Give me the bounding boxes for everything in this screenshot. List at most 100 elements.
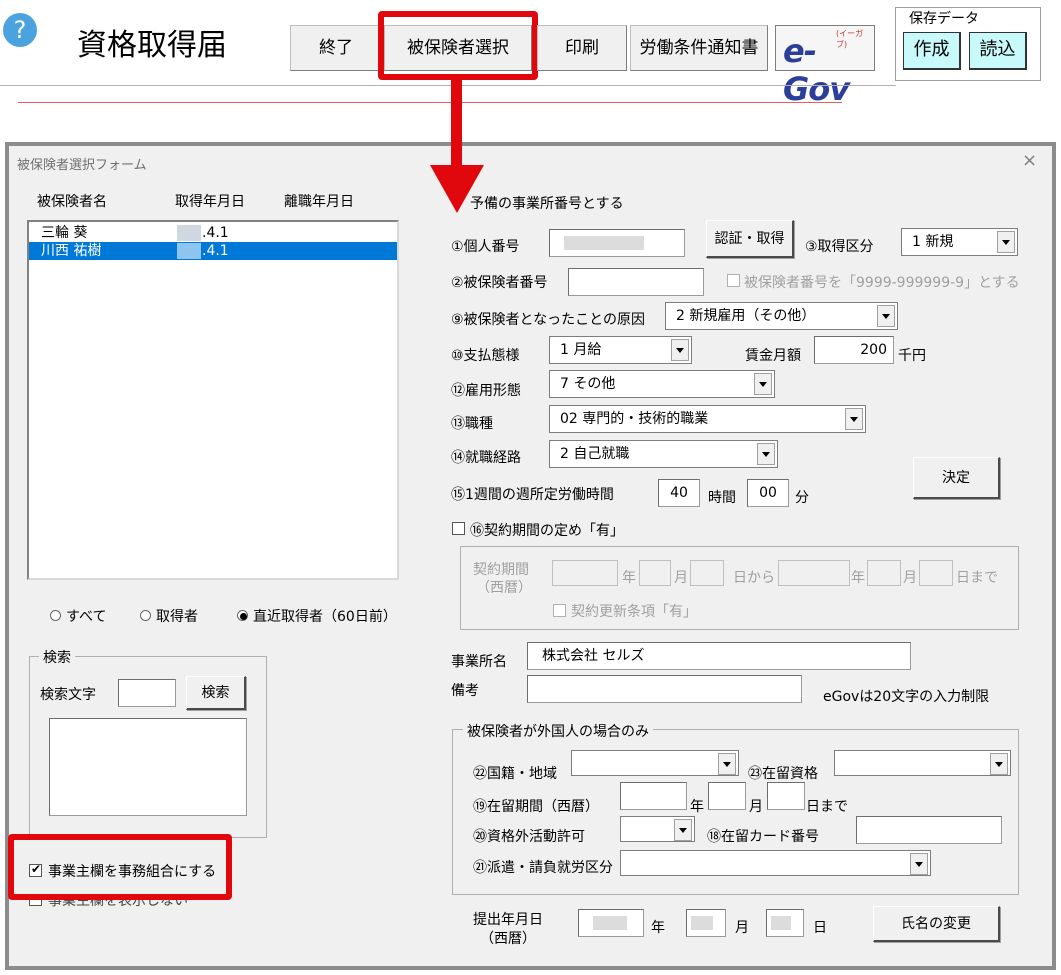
office-name-input[interactable]: 株式会社 セルズ [527,642,911,670]
chevron-down-icon[interactable] [671,339,689,361]
contract-from-month[interactable] [639,560,671,586]
rename-button[interactable]: 氏名の変更 [873,906,1000,942]
search-label: 検索文字 [40,687,96,703]
stay-period-month[interactable] [708,782,746,810]
submit-month-unit: 月 [735,920,749,936]
arrow-down-icon [430,165,484,213]
insured-listbox[interactable]: 三輪 葵 .4.1 川西 祐樹 .4.1 [27,220,399,580]
occupation-label: ⑬職種 [451,416,493,432]
chevron-down-icon[interactable] [757,443,775,465]
save-create-button[interactable]: 作成 [903,32,961,70]
redacted-year [177,225,201,241]
weekly-hours-input[interactable]: 40 [658,479,700,507]
stay-month-unit: 月 [749,799,763,815]
submit-date-era: （西暦） [480,931,536,947]
contract-from-day[interactable] [690,560,724,586]
submit-year-input[interactable] [578,909,644,937]
redacted-year [593,916,627,930]
filter-all-radio[interactable] [50,610,61,621]
stay-period-year[interactable] [620,782,687,810]
contract-to-year[interactable] [778,560,850,586]
chevron-down-icon[interactable] [910,853,928,875]
submit-month-input[interactable] [686,909,726,937]
filter-acquired-label: 取得者 [156,609,198,625]
filter-acquired-radio[interactable] [140,610,151,621]
help-icon[interactable]: ? [3,13,37,47]
contract-to-year-unit: 年 [851,570,865,586]
route-value: 2 自己就職 [560,446,630,462]
remarks-label: 備考 [451,683,479,699]
residence-card-input[interactable] [856,816,1002,844]
egov-ruby: (イーガブ) [836,29,864,49]
contract-to-month-unit: 月 [903,570,917,586]
contract-period-caption: 契約期間 [473,562,529,578]
search-results-list[interactable] [49,718,247,816]
contract-to-day[interactable] [919,560,953,586]
weekly-minutes-input[interactable]: 00 [747,479,789,507]
exit-button[interactable]: 終了 [290,25,382,71]
payment-select[interactable]: 1 月給 [549,336,692,364]
nationality-label: ㉒国籍・地域 [473,766,557,782]
header-left: 離職年月日 [284,194,354,210]
office-union-highlight [8,834,232,900]
occupation-select[interactable]: 02 専門的・技術的職業 [549,405,866,433]
insured-number-label: ②被保険者番号 [451,275,548,291]
list-item-name: 三輪 葵 [41,225,88,241]
employment-type-select[interactable]: 7 その他 [549,370,775,398]
verify-acquire-button[interactable]: 認証・取得 [706,220,794,258]
submit-year-unit: 年 [651,920,665,936]
chevron-down-icon[interactable] [997,231,1015,253]
wage-input[interactable]: 200 [814,336,894,364]
confirm-button[interactable]: 決定 [913,457,1000,499]
contract-from-suffix: 日から [733,570,775,586]
chevron-down-icon[interactable] [990,753,1008,775]
route-select[interactable]: 2 自己就職 [549,440,778,468]
residence-card-label: ⑱在留カード番号 [707,829,819,845]
chevron-down-icon[interactable] [754,373,772,395]
submit-day-input[interactable] [766,909,804,937]
dispatch-label: ㉑派遣・請負就労区分 [473,860,613,876]
acquisition-type-select[interactable]: 1 新規 [901,228,1018,256]
default-number-checkbox[interactable] [727,274,740,287]
save-load-button[interactable]: 読込 [969,32,1027,70]
red-rule [18,102,842,103]
print-button[interactable]: 印刷 [537,25,627,71]
list-item[interactable]: 三輪 葵 .4.1 [29,224,397,242]
select-insured-highlight [378,11,538,80]
chevron-down-icon[interactable] [845,408,863,430]
work-permission-select[interactable] [620,816,695,842]
residence-status-select[interactable] [834,750,1011,776]
list-item-selected[interactable]: 川西 祐樹 .4.1 [29,242,397,260]
contract-from-year[interactable] [552,560,618,586]
remarks-input[interactable] [527,675,802,703]
filter-recent-radio[interactable] [237,610,248,621]
cause-label: ⑨被保険者となったことの原因 [451,312,645,328]
individual-number-input[interactable] [549,229,685,257]
contract-period-checkbox[interactable] [452,522,465,535]
stay-period-day[interactable] [767,782,805,810]
contract-to-month[interactable] [867,560,901,586]
dispatch-select[interactable] [620,850,931,876]
app-title: 資格取得届 [77,28,227,63]
cause-select[interactable]: 2 新規雇用（その他） [665,302,898,330]
filter-recent-label: 直近取得者（60日前） [253,609,397,625]
chevron-down-icon[interactable] [877,305,895,327]
chevron-down-icon[interactable] [674,819,692,841]
contract-period-era: （西暦） [476,580,532,596]
renewal-checkbox[interactable] [553,604,566,617]
search-button[interactable]: 検索 [186,676,246,710]
search-input[interactable] [118,679,176,707]
wage-label: 賃金月額 [745,348,801,364]
labor-notice-button[interactable]: 労働条件通知書 [630,25,768,71]
acquisition-type-label: ③取得区分 [805,239,874,255]
payment-label: ⑩支払態様 [451,348,520,364]
nationality-select[interactable] [571,750,739,776]
list-item-date: .4.1 [202,225,229,241]
egov-button[interactable]: e-Gov (イーガブ) [775,25,875,108]
insured-number-input[interactable] [568,268,704,296]
residence-status-label: ㉓在留資格 [748,766,818,782]
close-icon[interactable]: × [1022,150,1037,171]
foreign-legend: 被保険者が外国人の場合のみ [463,721,653,741]
occupation-value: 02 専門的・技術的職業 [560,411,709,427]
chevron-down-icon[interactable] [718,753,736,775]
